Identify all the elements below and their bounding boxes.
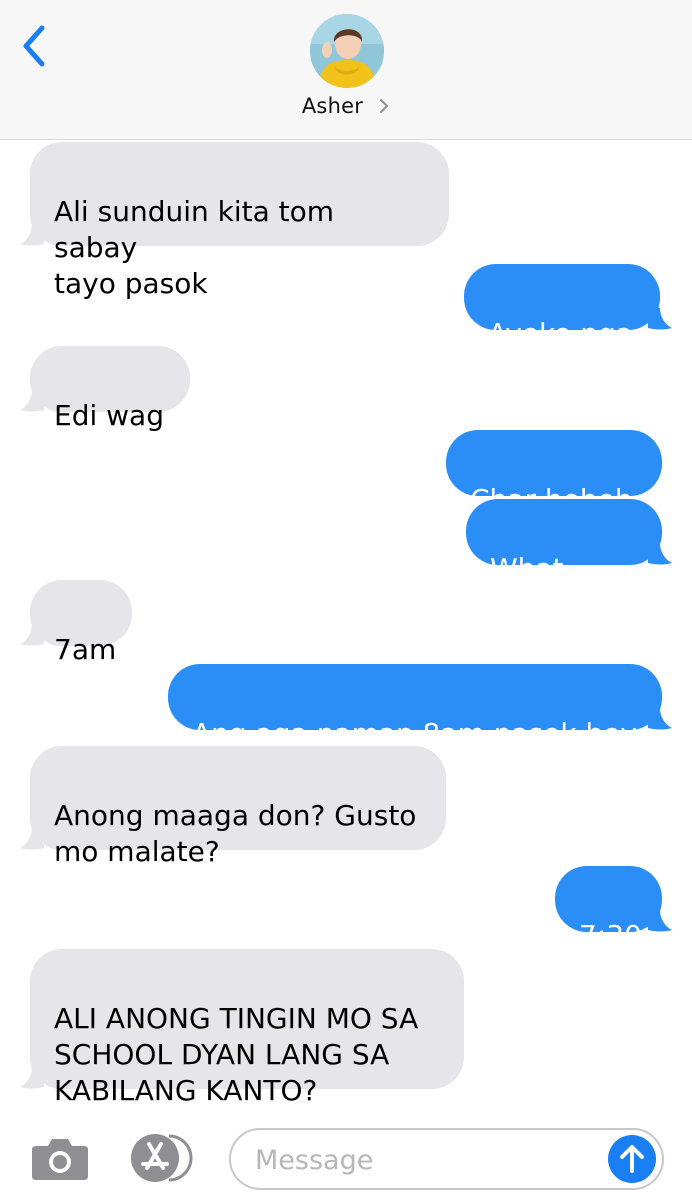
avatar[interactable] (310, 14, 384, 88)
message-text: Edi wag (54, 399, 164, 432)
message-text: 7am (54, 633, 117, 666)
message-text: ALI ANONG TINGIN MO SA SCHOOL DYAN LANG … (54, 1002, 419, 1107)
bubble-tail (20, 828, 44, 850)
contact-name: Asher (301, 94, 364, 118)
bubble-tail (20, 224, 44, 246)
message-text: 7:30 (579, 919, 642, 952)
incoming-message-bubble[interactable]: Anong maaga don? Gusto mo malate? (30, 746, 446, 868)
chevron-right-icon (380, 99, 389, 113)
messages-screen: Asher Ali sunduin kita tom sabay tayo pa… (0, 0, 692, 1200)
camera-button[interactable] (30, 1134, 90, 1182)
bubble-tail (20, 1067, 44, 1089)
app-store-icon (131, 1134, 193, 1182)
arrow-up-icon (620, 1145, 644, 1173)
message-input[interactable] (255, 1142, 595, 1178)
message-input-container (229, 1128, 664, 1190)
conversation-header: Asher (0, 0, 692, 140)
incoming-message-bubble[interactable]: ALI ANONG TINGIN MO SA SCHOOL DYAN LANG … (30, 949, 464, 1107)
incoming-message-bubble[interactable]: 7am (30, 580, 132, 666)
bubble-tail (648, 543, 672, 565)
bubble-tail (648, 910, 672, 932)
contact-details-button[interactable]: Asher (0, 94, 692, 124)
back-button[interactable] (14, 22, 58, 70)
message-text: What taym (490, 552, 564, 621)
incoming-message-bubble[interactable]: Ali sunduin kita tom sabay tayo pasok (30, 142, 449, 300)
bubble-tail (648, 708, 672, 730)
chevron-left-icon (23, 25, 45, 67)
incoming-message-bubble[interactable]: Edi wag (30, 346, 190, 432)
message-text: Anong maaga don? Gusto mo malate? (54, 799, 417, 868)
message-text: Ali sunduin kita tom sabay tayo pasok (54, 195, 335, 300)
bubble-tail (648, 308, 672, 330)
outgoing-message-bubble[interactable]: Ayoko nga (464, 264, 660, 350)
outgoing-message-bubble[interactable]: Char heheh (446, 430, 662, 516)
bubble-tail (20, 624, 44, 646)
outgoing-message-bubble[interactable]: 7:30 (555, 866, 662, 952)
app-store-button[interactable] (129, 1132, 197, 1184)
message-text: Ayoko nga (488, 317, 633, 350)
bubble-tail (20, 390, 44, 412)
send-button[interactable] (608, 1135, 656, 1183)
outgoing-message-bubble[interactable]: Ang aga naman 8am pasok hoy (168, 664, 662, 750)
camera-icon (32, 1139, 88, 1180)
contact-photo (310, 14, 384, 88)
outgoing-message-bubble[interactable]: What taym (466, 499, 662, 621)
